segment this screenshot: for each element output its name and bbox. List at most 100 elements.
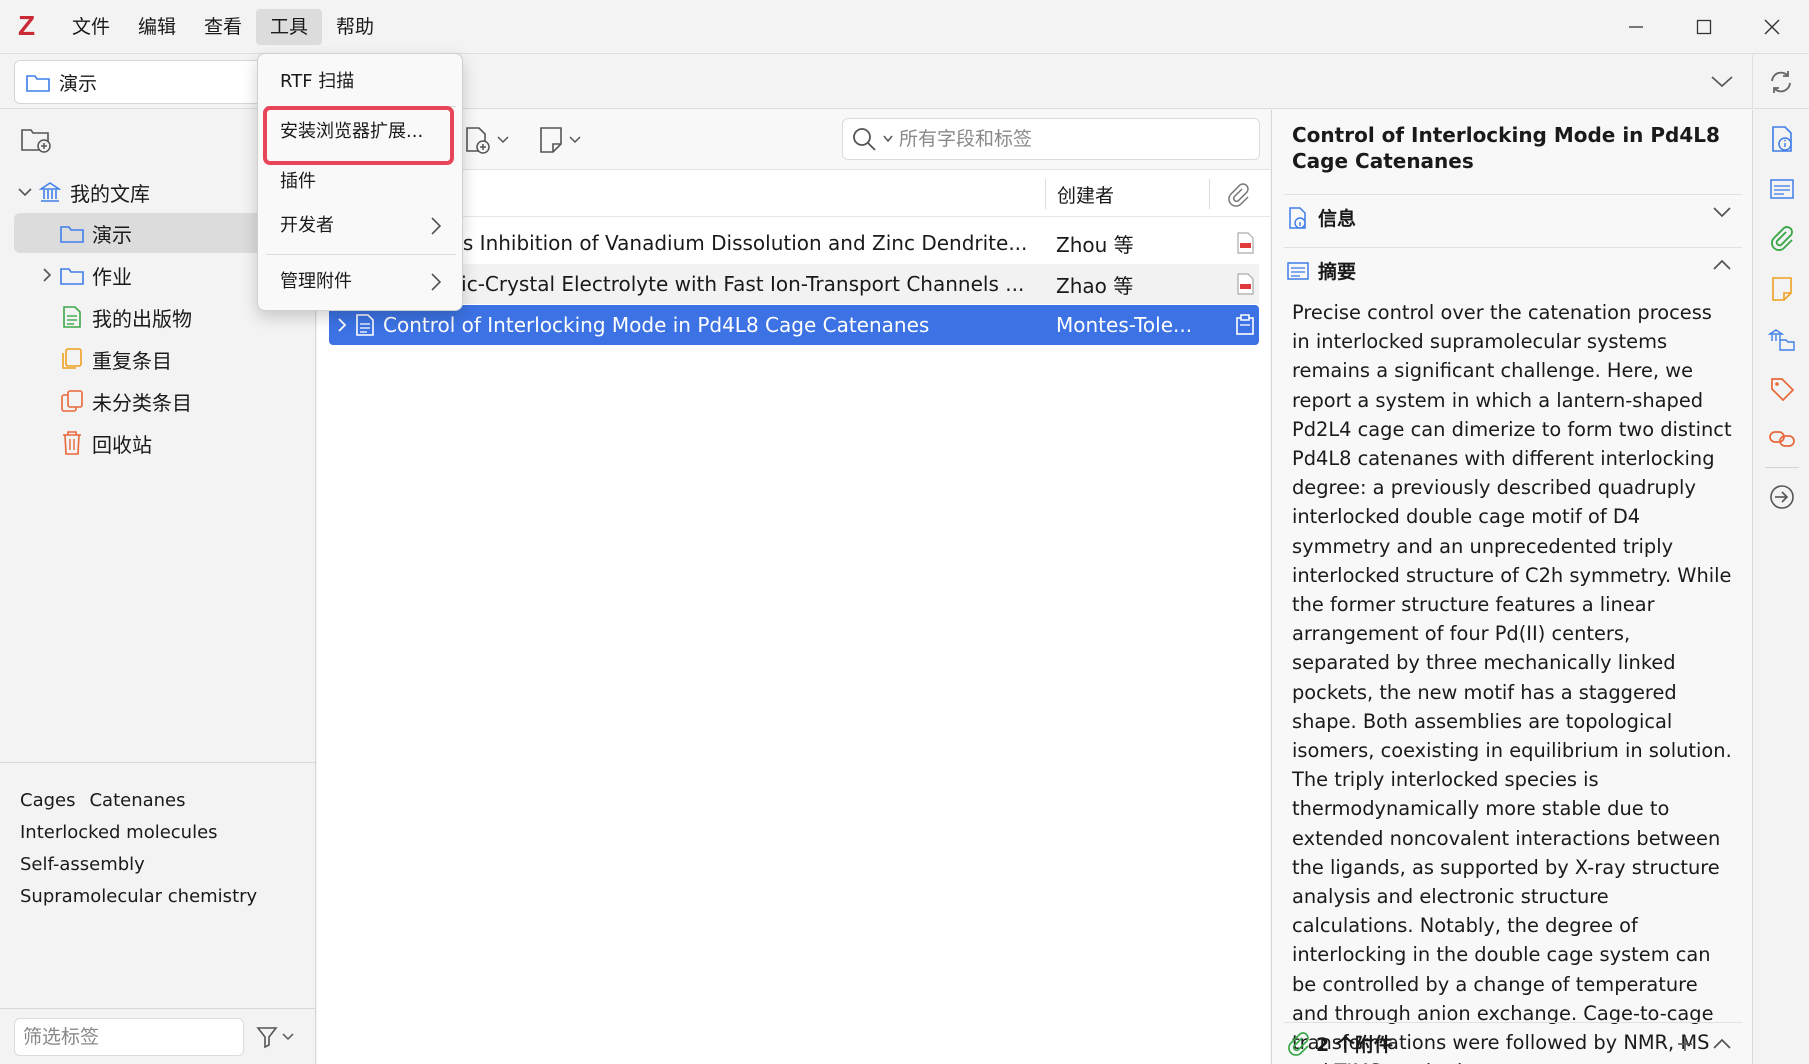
highlight-annotation: [263, 106, 454, 165]
snapshot-icon[interactable]: [1234, 313, 1256, 337]
table-row[interactable]: neous Inhibition of Vanadium Dissolution…: [329, 223, 1259, 263]
sync-icon: [1771, 70, 1791, 93]
menu-item-developer[interactable]: 开发者: [266, 206, 456, 246]
item-title-heading[interactable]: Control of Interlocking Mode in Pd4L8 Ca…: [1292, 122, 1732, 174]
chevron-up-icon[interactable]: [1712, 1037, 1732, 1051]
collection-label: 重复条目: [92, 348, 172, 373]
duplicate-icon: [58, 345, 86, 373]
library-tab[interactable]: 演示: [14, 60, 274, 104]
menu-item-label: 管理附件: [280, 271, 352, 292]
tag-icon[interactable]: [1767, 374, 1797, 404]
menu-tools[interactable]: 工具: [256, 9, 323, 45]
notes-icon[interactable]: [1767, 274, 1797, 304]
trash[interactable]: 回收站: [14, 423, 314, 463]
search-box: [842, 118, 1260, 160]
chevron-right-icon: [431, 273, 442, 291]
tag-filter-input[interactable]: 筛选标签: [14, 1018, 244, 1056]
note-icon: [540, 127, 562, 153]
attachments-section-header[interactable]: 2 个附件: [1284, 1022, 1742, 1064]
menu-file[interactable]: 文件: [58, 9, 124, 45]
menu-item-rtf-scan[interactable]: RTF 扫描: [266, 62, 456, 102]
item-pane: Control of Interlocking Mode in Pd4L8 Ca…: [1271, 110, 1752, 1064]
chevron-down-icon: [282, 1033, 294, 1041]
chevron-right-icon[interactable]: [337, 318, 347, 332]
chevron-down-icon[interactable]: [883, 135, 893, 143]
folder-icon: [58, 219, 86, 247]
collection-label: 回收站: [92, 432, 152, 457]
attachments-label: 2 个附件: [1316, 1034, 1393, 1056]
publications-icon: [58, 303, 86, 331]
abstract-section-label: 摘要: [1318, 261, 1357, 283]
library-tab-label: 演示: [59, 72, 98, 95]
collection-label: 演示: [92, 222, 132, 247]
creator-column-header[interactable]: 创建者: [1057, 181, 1114, 208]
menu-help[interactable]: 帮助: [322, 9, 388, 45]
close-button[interactable]: [1752, 8, 1792, 46]
abstract-icon[interactable]: [1767, 174, 1797, 204]
add-icon[interactable]: [1676, 1035, 1694, 1053]
collection-label: 作业: [92, 264, 132, 289]
add-attachment-button[interactable]: [463, 124, 509, 156]
chevron-right-icon: [431, 217, 442, 235]
item-creator: Zhao 等: [1056, 273, 1134, 298]
menu-edit[interactable]: 编辑: [124, 9, 190, 45]
abstract-icon: [1284, 260, 1312, 282]
chevron-down-icon: [497, 136, 509, 144]
tag-item[interactable]: Catenanes: [89, 790, 185, 811]
chevron-down-icon[interactable]: [14, 187, 36, 197]
info-section-header[interactable]: 信息: [1284, 194, 1742, 240]
menu-item-manage-attachments[interactable]: 管理附件: [266, 262, 456, 302]
locate-icon[interactable]: [1767, 482, 1797, 512]
minimize-icon: [1629, 26, 1643, 28]
duplicate-items[interactable]: 重复条目: [14, 339, 314, 379]
chevron-right-icon[interactable]: [36, 268, 58, 282]
maximize-button[interactable]: [1684, 8, 1724, 46]
title-bar: Z 文件 编辑 查看 工具 帮助: [0, 0, 1809, 54]
related-icon[interactable]: [1767, 424, 1797, 454]
chevron-down-icon[interactable]: [1712, 205, 1732, 219]
folder-icon: [26, 75, 50, 92]
tag-item[interactable]: Supramolecular chemistry: [20, 886, 257, 907]
pdf-icon[interactable]: [1234, 272, 1256, 296]
tag-filter-row: 筛选标签: [0, 1008, 316, 1064]
abstract-text[interactable]: Precise control over the catenation proc…: [1292, 298, 1732, 1064]
item-title: Plastic-Crystal Electrolyte with Fast Io…: [413, 272, 1025, 296]
unfiled-icon: [58, 387, 86, 415]
menu-item-plugins[interactable]: 插件: [266, 162, 456, 202]
search-input[interactable]: [899, 128, 1239, 150]
attachments-icon[interactable]: [1767, 224, 1797, 254]
paperclip-icon[interactable]: [1227, 183, 1249, 207]
close-icon: [1764, 19, 1780, 35]
new-collection-button[interactable]: [20, 124, 52, 159]
tools-menu-dropdown: RTF 扫描 安装浏览器扩展... 插件 开发者 管理附件: [257, 53, 463, 311]
info-icon[interactable]: [1767, 124, 1797, 154]
add-attachment-icon: [466, 127, 490, 154]
pdf-icon[interactable]: [1234, 231, 1256, 255]
item-creator: Montes-Tole...: [1056, 313, 1193, 337]
new-collection-icon: [21, 129, 51, 153]
paperclip-icon: [1284, 1031, 1312, 1056]
table-row[interactable]: Plastic-Crystal Electrolyte with Fast Io…: [329, 264, 1259, 304]
unfiled-items[interactable]: 未分类条目: [14, 381, 314, 421]
tag-item[interactable]: Cages: [20, 790, 75, 811]
new-note-button[interactable]: [537, 124, 581, 156]
menu-view[interactable]: 查看: [190, 9, 256, 45]
minimize-button[interactable]: [1616, 8, 1656, 46]
collection-label: 我的出版物: [92, 306, 192, 331]
tag-item[interactable]: Interlocked molecules: [20, 822, 218, 843]
tag-item[interactable]: Self-assembly: [20, 854, 145, 875]
tabs-overflow-button[interactable]: [1710, 71, 1734, 96]
document-icon: [356, 314, 374, 336]
tag-actions-button[interactable]: [256, 1023, 304, 1051]
item-title: neous Inhibition of Vanadium Dissolution…: [413, 231, 1028, 255]
search-icon[interactable]: [851, 126, 877, 152]
libraries-collections-icon[interactable]: [1767, 324, 1797, 354]
chevron-up-icon[interactable]: [1712, 258, 1732, 272]
collection-label: 未分类条目: [92, 390, 192, 415]
table-row-selected[interactable]: Control of Interlocking Mode in Pd4L8 Ca…: [329, 305, 1259, 345]
sync-button[interactable]: [1752, 55, 1809, 109]
abstract-section-header[interactable]: 摘要: [1284, 247, 1742, 293]
item-pane-sidenav: [1752, 110, 1809, 1064]
library-icon: [36, 178, 64, 206]
info-section-label: 信息: [1318, 208, 1357, 230]
